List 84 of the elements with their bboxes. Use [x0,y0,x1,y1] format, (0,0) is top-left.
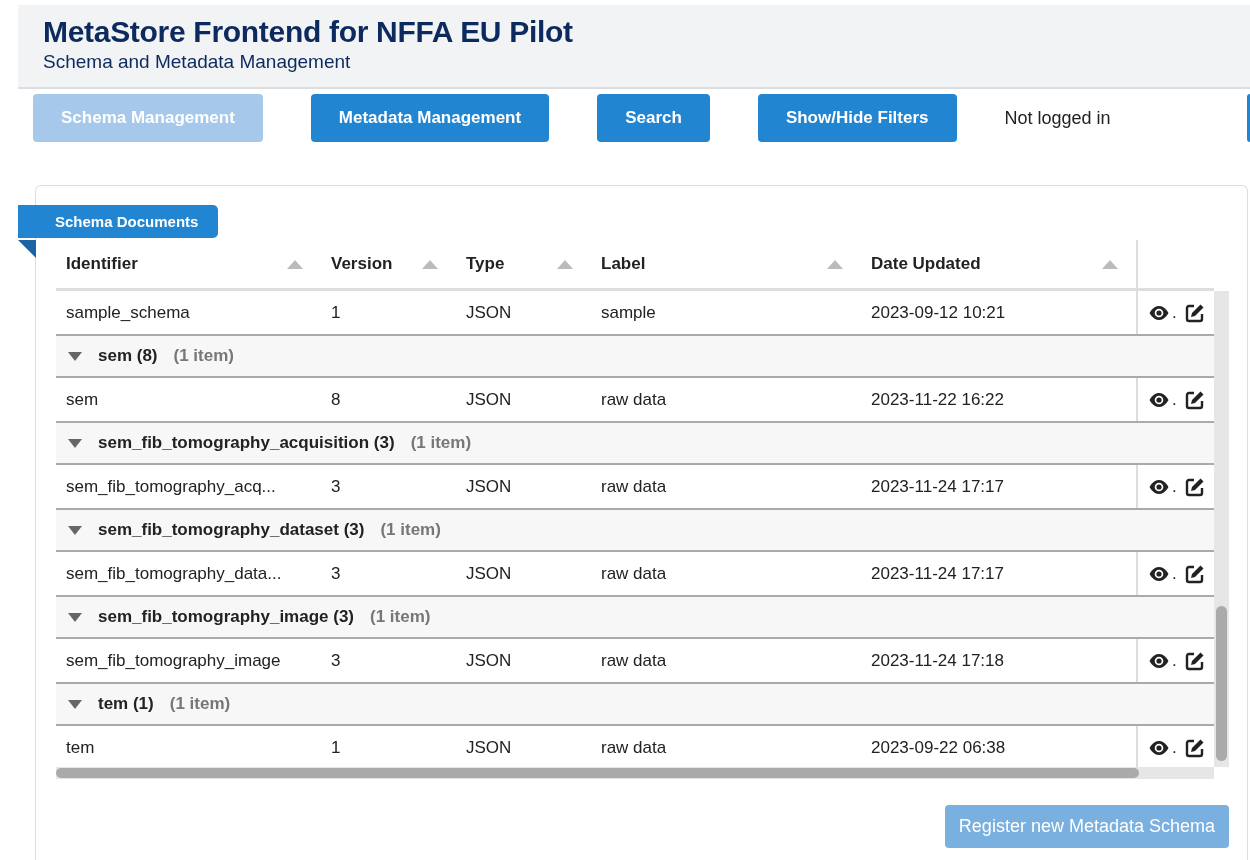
edit-icon[interactable] [1184,389,1205,410]
edit-icon[interactable] [1184,476,1205,497]
table-cell-text: 2023-11-22 16:22 [870,388,1005,411]
table-cell-text: sem_fib_tomography_data... [65,562,283,585]
separator-dot: . [1172,737,1177,758]
group-row[interactable]: tem (1) (1 item) [56,684,1214,726]
edit-icon[interactable] [1184,650,1205,671]
horizontal-scrollbar[interactable] [56,767,1214,779]
app-subtitle: Schema and Metadata Management [43,51,352,73]
separator-dot: . [1172,650,1177,671]
caret-icon[interactable] [68,351,82,361]
table-cell-text: sem_fib_tomography_acq... [65,475,277,498]
separator-dot: . [1172,302,1177,323]
group-label: sem_fib_tomography_dataset (3) [98,520,365,540]
vertical-scrollbar[interactable] [1214,291,1229,767]
table-cell-text: sample [600,301,657,324]
table-cell-text: sem_fib_tomography_image [65,649,282,672]
table-cell-text: 1 [330,736,342,759]
group-row[interactable]: sem_fib_tomography_image (3) (1 item) [56,597,1214,639]
table-cell-text: 2023-11-24 17:18 [870,649,1005,672]
group-count: (1 item) [173,346,234,366]
nav-button[interactable]: Metadata Management [310,94,550,142]
app-title: MetaStore Frontend for NFFA EU Pilot [43,15,574,49]
table-cell-text: 2023-09-22 06:38 [870,736,1007,759]
table-cell-text: 8 [330,388,342,411]
tab-fold-icon [18,240,36,258]
eye-icon[interactable] [1148,391,1170,408]
table-cell-text: raw data [600,388,668,411]
group-label: tem (1) [98,694,154,714]
table-cell-text: raw data [600,475,668,498]
group-count: (1 item) [410,433,472,453]
group-row[interactable]: sem_fib_tomography_dataset (3) (1 item) [56,510,1214,552]
nav-button[interactable]: Show/Hide Filters [757,94,957,142]
group-row[interactable]: sem_fib_tomography_acquisition (3) (1 item) [56,423,1214,465]
table-cell-text: 3 [330,475,342,498]
caret-icon[interactable] [68,438,82,448]
table-cell-text: sem [65,388,100,411]
table-cell-text: 2023-11-24 17:17 [870,475,1005,498]
nav-button[interactable]: Search [597,94,710,142]
table-cell-text: sample_schema [65,301,191,324]
eye-icon[interactable] [1148,565,1170,582]
table-cell-text: 2023-09-12 10:21 [870,301,1007,324]
table-cell-text: JSON [465,301,513,324]
caret-icon[interactable] [68,525,82,535]
group-label: sem_fib_tomography_image (3) [98,607,354,627]
table-cell-text: JSON [465,388,513,411]
login-status: Not logged in [1004,107,1111,129]
eye-icon[interactable] [1148,304,1170,321]
column-header[interactable]: Identifier [56,240,321,288]
edit-icon[interactable] [1184,737,1205,758]
group-row[interactable]: sem (8) (1 item) [56,336,1214,378]
group-count: (1 item) [370,607,431,627]
table-cell-text: raw data [600,562,668,585]
separator-dot: . [1172,476,1177,497]
scrollbar-thumb[interactable] [56,768,1139,778]
group-label: sem_fib_tomography_acquisition (3) [98,433,395,453]
scrollbar-thumb[interactable] [1216,606,1227,761]
eye-icon[interactable] [1148,478,1170,495]
table-cell-text: 1 [330,301,342,324]
table-cell-text: JSON [465,649,513,672]
group-label: sem (8) [98,346,158,366]
separator-dot: . [1172,563,1177,584]
table-cell-text: tem [65,736,96,759]
table-cell-text: JSON [465,475,513,498]
table-cell-text: raw data [600,736,668,759]
edit-icon[interactable] [1184,302,1205,323]
table-cell-text: raw data [600,649,668,672]
column-header[interactable]: Label [591,240,861,288]
table-cell-text: JSON [465,562,513,585]
separator-dot: . [1172,389,1177,410]
table-cell-text: JSON [465,736,513,759]
column-header[interactable]: Date Updated [861,240,1136,288]
caret-icon[interactable] [68,699,82,709]
column-header[interactable]: Version [321,240,456,288]
eye-icon[interactable] [1148,739,1170,756]
table-cell-text: 3 [330,649,342,672]
caret-icon[interactable] [68,612,82,622]
group-count: (1 item) [169,694,231,714]
table-cell-text: 2023-11-24 17:17 [870,562,1005,585]
table-cell-text: 3 [330,562,342,585]
column-header[interactable]: Type [456,240,591,288]
edit-icon[interactable] [1184,563,1205,584]
eye-icon[interactable] [1148,652,1170,669]
group-count: (1 item) [380,520,441,540]
